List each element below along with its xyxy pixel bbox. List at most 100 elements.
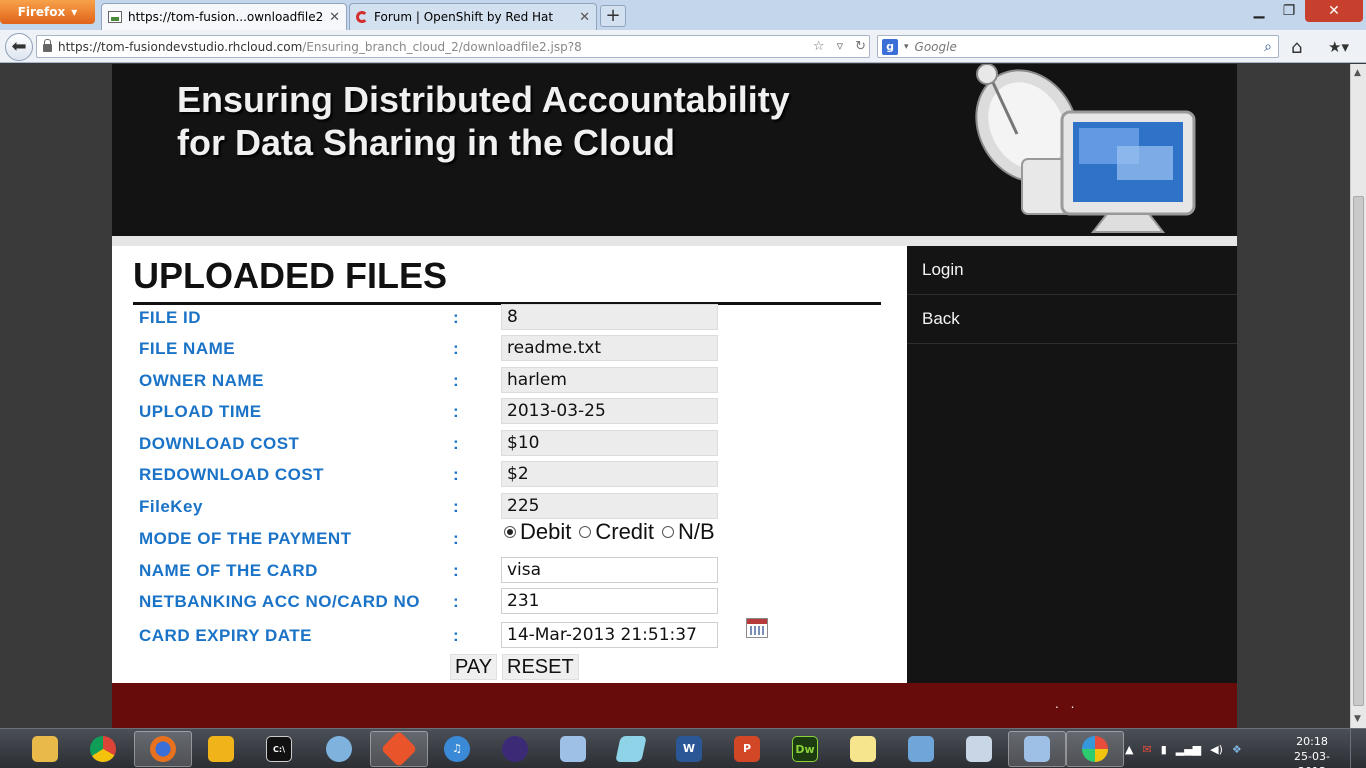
chevron-down-icon[interactable]: ▾ [904, 42, 909, 52]
radio-unselected-icon[interactable] [579, 526, 592, 538]
search-engine-icon[interactable]: g [882, 38, 898, 55]
close-window-button[interactable]: ✕ [1305, 0, 1363, 22]
git-icon [380, 730, 418, 768]
taskbar-virtualbox-2[interactable] [1008, 731, 1066, 767]
close-icon[interactable]: ✕ [329, 10, 340, 25]
signal-icon[interactable]: ▂▄▆ [1176, 743, 1201, 756]
reset-button[interactable]: RESET [502, 654, 579, 680]
taskbar-explorer[interactable] [16, 731, 74, 767]
dreamweaver-icon: Dw [792, 736, 818, 762]
colon: : [453, 465, 459, 484]
taskbar-itunes[interactable]: ♫ [428, 731, 486, 767]
colon: : [453, 626, 459, 645]
battery-icon[interactable]: ▮ [1161, 743, 1167, 756]
tab-openshift-forum[interactable]: Forum | OpenShift by Red Hat ✕ [349, 3, 597, 30]
system-tray: ▲ ✉ ▮ ▂▄▆ ◀) ❖ [1125, 729, 1242, 768]
taskbar-puzzle[interactable] [192, 731, 250, 767]
dropdown-arrow-icon[interactable]: ▿ [834, 39, 847, 54]
back-button[interactable]: ⬅ [5, 33, 33, 61]
openshift-icon [356, 11, 368, 23]
file-name-label: FILE NAME [139, 339, 236, 358]
page-icon [108, 11, 122, 23]
taskbar-sticky-notes[interactable] [834, 731, 892, 767]
colon: : [453, 529, 459, 548]
star-icon[interactable]: ☆ [810, 39, 828, 54]
taskbar-virtualbox[interactable] [544, 731, 602, 767]
tab-title: Forum | OpenShift by Red Hat [374, 10, 554, 24]
payment-radio-credit[interactable]: Credit [579, 519, 654, 545]
maximize-button[interactable]: ❐ [1275, 0, 1303, 22]
dropbox-icon[interactable]: ❖ [1232, 743, 1242, 756]
new-tab-button[interactable]: + [600, 5, 626, 27]
taskbar-control-panel[interactable] [892, 731, 950, 767]
taskbar-word[interactable]: W [660, 731, 718, 767]
scroll-thumb[interactable] [1353, 196, 1364, 706]
taskbar-clock[interactable]: 20:18 25-03-2013 [1284, 734, 1340, 768]
home-icon[interactable]: ⌂ [1291, 37, 1302, 58]
taskbar-firefox[interactable] [134, 731, 192, 767]
expiry-input[interactable]: 14-Mar-2013 21:51:37 [501, 622, 718, 648]
acc-no-row: NETBANKING ACC NO/CARD NO : 231 [139, 588, 859, 614]
url-text[interactable]: https://tom-fusiondevstudio.rhcloud.com/… [58, 40, 804, 54]
payment-option-label: Credit [595, 519, 655, 544]
colon: : [453, 308, 459, 327]
radio-unselected-icon[interactable] [662, 526, 675, 538]
show-desktop-button[interactable] [1350, 729, 1366, 768]
taskbar-notes[interactable] [602, 731, 660, 767]
vertical-scrollbar[interactable]: ▲ ▼ [1350, 64, 1366, 728]
download-cost-field[interactable]: $10 [501, 430, 718, 456]
redownload-cost-field[interactable]: $2 [501, 461, 718, 487]
folder-icon [32, 736, 58, 762]
taskbar-powerpoint[interactable]: P [718, 731, 776, 767]
taskbar-git[interactable] [370, 730, 428, 768]
upload-time-field[interactable]: 2013-03-25 [501, 398, 718, 424]
sidebar-item-back[interactable]: Back [907, 295, 1237, 344]
search-bar[interactable]: g ▾ Google ⌕ [877, 35, 1279, 58]
control-panel-icon [908, 736, 934, 762]
taskbar-monitor[interactable] [950, 731, 1008, 767]
taskbar-chrome[interactable] [74, 731, 132, 767]
card-name-input[interactable]: visa [501, 557, 718, 583]
colon: : [453, 434, 459, 453]
calendar-icon[interactable] [746, 618, 768, 638]
clock-date: 25-03-2013 [1294, 750, 1330, 768]
file-id-field[interactable]: 8 [501, 304, 718, 330]
address-bar[interactable]: https://tom-fusiondevstudio.rhcloud.com/… [36, 35, 870, 58]
taskbar-paint[interactable] [1066, 731, 1124, 767]
payment-radio-nb[interactable]: N/B [662, 519, 715, 545]
sidebar-item-login[interactable]: Login [907, 246, 1237, 295]
filekey-field[interactable]: 225 [501, 493, 718, 519]
owner-name-field[interactable]: harlem [501, 367, 718, 393]
bookmarks-icon[interactable]: ★▾ [1328, 38, 1349, 56]
scroll-down-icon[interactable]: ▼ [1354, 714, 1361, 724]
reload-icon[interactable]: ↻ [852, 39, 869, 54]
taskbar-cmd[interactable]: C:\ [250, 731, 308, 767]
tab-downloadfile[interactable]: https://tom-fusion...ownloadfile2.jsp?8 … [101, 3, 347, 30]
expiry-label: CARD EXPIRY DATE [139, 626, 312, 645]
taskbar-dreamweaver[interactable]: Dw [776, 731, 834, 767]
download-cost-label: DOWNLOAD COST [139, 434, 300, 453]
acc-no-input[interactable]: 231 [501, 588, 718, 614]
browser-navbar: ⬅ https://tom-fusiondevstudio.rhcloud.co… [0, 30, 1366, 63]
firefox-menu-button[interactable]: Firefox ▾ [0, 0, 95, 24]
minimize-button[interactable]: ▁ [1245, 0, 1273, 22]
radio-selected-icon[interactable] [504, 526, 516, 538]
form-actions: PAY RESET [139, 654, 859, 680]
download-cost-row: DOWNLOAD COST : $10 [139, 430, 859, 456]
taskbar-eclipse[interactable] [486, 731, 544, 767]
header-divider [112, 236, 1237, 246]
gmail-icon[interactable]: ✉ [1142, 743, 1151, 756]
payment-radio-debit[interactable]: Debit [504, 519, 571, 545]
payment-mode-label: MODE OF THE PAYMENT [139, 529, 352, 548]
taskbar-finder[interactable] [310, 731, 368, 767]
chevron-down-icon: ▾ [71, 5, 78, 19]
file-name-field[interactable]: readme.txt [501, 335, 718, 361]
site-title-line2: for Data Sharing in the Cloud [177, 122, 676, 163]
paint-icon [1082, 736, 1108, 762]
close-icon[interactable]: ✕ [579, 10, 590, 25]
volume-icon[interactable]: ◀) [1210, 743, 1223, 756]
pay-button[interactable]: PAY [450, 654, 498, 680]
search-icon[interactable]: ⌕ [1264, 39, 1278, 55]
tray-expand-icon[interactable]: ▲ [1125, 743, 1133, 756]
scroll-up-icon[interactable]: ▲ [1354, 68, 1361, 78]
